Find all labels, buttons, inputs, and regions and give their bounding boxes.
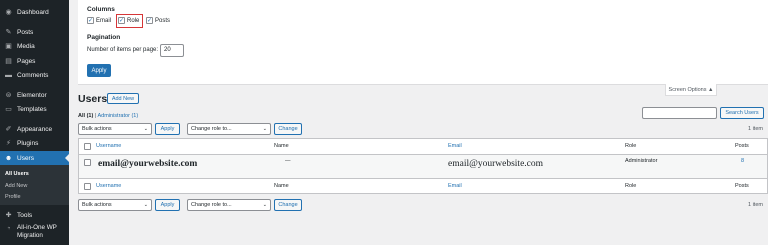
row-role: Administrator (625, 158, 658, 164)
sidebar-item-dashboard[interactable]: ◉ Dashboard (0, 5, 69, 19)
column-footer-username[interactable]: Username (96, 183, 121, 189)
tools-icon: ✚ (5, 211, 12, 219)
sidebar-item-label: Comments (17, 71, 49, 79)
sidebar-item-label: Templates (17, 105, 47, 113)
search-users-button[interactable]: Search Users (720, 107, 764, 119)
appearance-icon: ✐ (5, 125, 12, 133)
comments-icon: ▬ (5, 71, 12, 79)
user-search-input[interactable] (642, 107, 717, 119)
media-icon: ▣ (5, 42, 12, 50)
column-footer-posts: Posts (735, 183, 749, 189)
sidebar-item-tools[interactable]: ✚ Tools (0, 208, 69, 222)
row-email[interactable]: email@yourwebsite.com (448, 159, 543, 169)
change-role-button-bottom[interactable]: Change (274, 199, 302, 211)
sidebar-item-users[interactable]: ☻ Users (0, 151, 69, 165)
admin-sidebar: ◉ Dashboard ✎ Posts ▣ Media ▤ Pages ▬ Co… (0, 0, 69, 245)
migration-icon: ◔ (6, 224, 11, 232)
sidebar-item-label: Appearance (17, 125, 53, 133)
items-per-page-label: Number of items per page: (87, 47, 159, 53)
sidebar-item-label: Posts (17, 28, 34, 36)
column-header-role: Role (625, 143, 637, 149)
submenu-item-profile[interactable]: Profile (5, 194, 21, 200)
page-title: Users (78, 93, 108, 105)
column-footer-name: Name (274, 183, 289, 189)
filter-administrator[interactable]: Administrator (1) (98, 113, 139, 119)
sidebar-item-label: Media (17, 42, 35, 50)
sidebar-item-all-in-one-wp-migration[interactable]: ◔ All-in-One WP Migration (0, 224, 69, 240)
item-count-top: 1 item (748, 126, 763, 132)
item-count-bottom: 1 item (748, 202, 763, 208)
change-role-select-top[interactable]: Change role to... ⌄ (187, 123, 271, 135)
submenu-item-add-new[interactable]: Add New (5, 183, 27, 189)
users-submenu: All Users Add New Profile (0, 165, 69, 205)
column-toggle-posts[interactable]: ✓ Posts (146, 17, 170, 24)
checkbox-checked-icon[interactable]: ✓ (146, 17, 153, 24)
row-name: — (285, 158, 291, 164)
bulk-actions-select-top[interactable]: Bulk actions ⌄ (78, 123, 152, 135)
table-header-row: Username Name Email Role Posts (79, 139, 767, 155)
table-footer-row: Username Name Email Role Posts (79, 178, 767, 194)
screen-options-tab[interactable]: Screen Options ▲ (665, 84, 717, 96)
sidebar-item-label: Plugins (17, 139, 39, 147)
sidebar-item-media[interactable]: ▣ Media (0, 39, 69, 53)
sidebar-item-comments[interactable]: ▬ Comments (0, 68, 69, 82)
sidebar-item-label: Dashboard (17, 8, 49, 16)
chevron-down-icon: ⌄ (262, 202, 267, 208)
column-footer-role: Role (625, 183, 637, 189)
pagination-heading: Pagination (87, 34, 121, 41)
submenu-item-all-users[interactable]: All Users (5, 171, 29, 177)
column-header-posts: Posts (735, 143, 749, 149)
templates-icon: ▭ (5, 105, 12, 113)
sidebar-item-label: Tools (17, 211, 33, 219)
select-all-checkbox[interactable] (84, 143, 91, 150)
chevron-down-icon: ⌄ (143, 126, 148, 132)
table-row: email@yourwebsite.com — email@yourwebsit… (79, 155, 767, 178)
row-checkbox[interactable] (84, 159, 91, 166)
apply-bulk-action-button-top[interactable]: Apply (155, 123, 180, 135)
sidebar-item-label: Pages (17, 57, 36, 65)
change-role-select-bottom[interactable]: Change role to... ⌄ (187, 199, 271, 211)
sidebar-item-posts[interactable]: ✎ Posts (0, 25, 69, 39)
column-header-name: Name (274, 143, 289, 149)
screen-options-panel: Columns ✓ Email ✓ Role ✓ Posts Paginatio… (78, 0, 768, 85)
apply-screen-options-button[interactable]: Apply (87, 64, 111, 77)
sidebar-item-templates[interactable]: ▭ Templates (0, 102, 69, 116)
sidebar-item-label: Users (17, 154, 34, 162)
sidebar-item-label: Elementor (17, 91, 47, 99)
sidebar-item-label: All-in-One WP Migration (17, 224, 57, 239)
bulk-actions-select-bottom[interactable]: Bulk actions ⌄ (78, 199, 152, 211)
sidebar-item-plugins[interactable]: ⚡ Plugins (0, 136, 69, 150)
filter-all[interactable]: All (1) (78, 113, 93, 119)
apply-bulk-action-button-bottom[interactable]: Apply (155, 199, 180, 211)
change-role-button-top[interactable]: Change (274, 123, 302, 135)
sidebar-item-appearance[interactable]: ✐ Appearance (0, 122, 69, 136)
items-per-page-input[interactable]: 20 (160, 44, 184, 57)
pin-icon: ✎ (5, 28, 12, 36)
dashboard-icon: ◉ (5, 8, 12, 16)
role-filter-links: All (1) | Administrator (1) (78, 113, 139, 119)
row-posts-count[interactable]: 8 (741, 158, 744, 164)
checkbox-checked-icon[interactable]: ✓ (87, 17, 94, 24)
column-header-email[interactable]: Email (448, 143, 462, 149)
row-username[interactable]: email@yourwebsite.com (98, 159, 197, 169)
pages-icon: ▤ (5, 57, 12, 65)
users-table: Username Name Email Role Posts email@you… (78, 138, 768, 194)
chevron-down-icon: ⌄ (143, 202, 148, 208)
columns-heading: Columns (87, 6, 115, 13)
add-new-user-button[interactable]: Add New (107, 93, 139, 104)
sidebar-item-elementor[interactable]: ⊜ Elementor (0, 88, 69, 102)
select-all-checkbox-footer[interactable] (84, 183, 91, 190)
elementor-icon: ⊜ (5, 91, 12, 99)
column-header-username[interactable]: Username (96, 143, 121, 149)
chevron-down-icon: ⌄ (262, 126, 267, 132)
column-footer-email[interactable]: Email (448, 183, 462, 189)
plugins-icon: ⚡ (6, 139, 11, 147)
column-toggle-email[interactable]: ✓ Email (87, 17, 111, 24)
sidebar-item-pages[interactable]: ▤ Pages (0, 54, 69, 68)
highlight-annotation-box (116, 14, 143, 28)
users-icon: ☻ (4, 154, 13, 162)
